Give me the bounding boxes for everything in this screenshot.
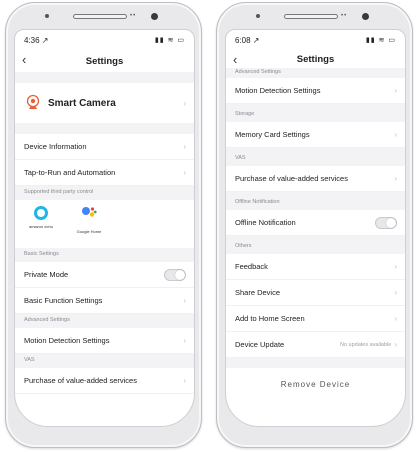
amazon-echo-caption: amazon echo	[28, 224, 53, 229]
device-name: Smart Camera	[48, 97, 116, 109]
toggle-knob	[175, 269, 185, 280]
row-label: Purchase of value-added services	[235, 174, 348, 183]
row-label: Offline Notification	[235, 218, 296, 227]
toggle-knob	[386, 217, 396, 228]
front-camera	[151, 13, 158, 20]
status-icons: ▮▮ ≋ ▭	[365, 37, 396, 44]
row-label: Motion Detection Settings	[24, 336, 110, 345]
chevron-right-icon: ›	[394, 288, 397, 297]
screen-left: 4:36 ↗ ▮▮ ≋ ▭ ‹ Settings Smart Camera ›	[14, 29, 195, 427]
screen-right: 6:08 ↗ ▮▮ ≋ ▭ ‹ Settings Advanced Settin…	[225, 29, 406, 427]
remove-device-button[interactable]: Remove Device	[226, 368, 405, 392]
add-to-home-row[interactable]: Add to Home Screen ›	[226, 306, 405, 332]
row-label: Memory Card Settings	[235, 130, 310, 139]
section-header-vas: VAS	[226, 148, 405, 166]
status-time: 4:36 ↗	[24, 35, 49, 45]
section-header-basic: Basic Settings	[15, 248, 194, 262]
section-header-third-party: Supported third party control	[15, 186, 194, 200]
row-label: Device Update	[235, 340, 285, 349]
back-chevron-icon[interactable]: ‹	[233, 53, 237, 67]
purchase-vas-row[interactable]: Purchase of value-added services ›	[226, 166, 405, 192]
row-label: Feedback	[235, 262, 268, 271]
feedback-row[interactable]: Feedback ›	[226, 254, 405, 280]
amazon-echo-item[interactable]: amazon echo	[24, 206, 58, 229]
device-row[interactable]: Smart Camera ›	[15, 83, 194, 123]
private-mode-row: Private Mode	[15, 262, 194, 288]
chevron-right-icon: ›	[394, 314, 397, 323]
update-right-group: No updates available ›	[340, 340, 397, 349]
basic-function-row[interactable]: Basic Function Settings ›	[15, 288, 194, 314]
page-title: Settings	[296, 53, 335, 65]
chevron-right-icon: ›	[394, 130, 397, 139]
row-label: Add to Home Screen	[235, 314, 305, 323]
chevron-right-icon: ›	[183, 336, 186, 345]
row-label: Motion Detection Settings	[235, 86, 321, 95]
status-time: 6:08 ↗	[235, 35, 260, 45]
chevron-right-icon: ›	[183, 98, 186, 108]
row-label: Basic Function Settings	[24, 296, 103, 305]
private-mode-toggle[interactable]	[164, 268, 186, 281]
row-label: Device Information	[24, 142, 87, 151]
page-title: Settings	[85, 55, 124, 67]
section-gap	[15, 72, 194, 83]
chevron-right-icon: ›	[394, 262, 397, 271]
phone-right: •• 6:08 ↗ ▮▮ ≋ ▭ ‹ Settings Advanced Set…	[216, 2, 413, 448]
device-information-row[interactable]: Device Information ›	[15, 134, 194, 160]
status-bar: 6:08 ↗ ▮▮ ≋ ▭	[226, 30, 405, 50]
front-camera	[362, 13, 369, 20]
offline-notification-row: Offline Notification	[226, 210, 405, 236]
chevron-right-icon: ›	[394, 86, 397, 95]
section-header-others: Others	[226, 236, 405, 254]
section-gap	[15, 123, 194, 134]
purchase-vas-row[interactable]: Purchase of value-added services ›	[15, 368, 194, 394]
section-gap	[226, 358, 405, 368]
proximity-sensor	[45, 14, 49, 18]
earpiece-speaker	[284, 14, 338, 19]
section-header-advanced: Advanced Settings	[226, 68, 405, 78]
device-update-row[interactable]: Device Update No updates available ›	[226, 332, 405, 358]
row-label: Private Mode	[24, 270, 69, 279]
section-header-offline: Offline Notification	[226, 192, 405, 210]
row-label: Share Device	[235, 288, 281, 297]
chevron-right-icon: ›	[183, 168, 186, 177]
status-icons: ▮▮ ≋ ▭	[154, 37, 185, 44]
row-label: Purchase of value-added services	[24, 376, 137, 385]
status-bar: 4:36 ↗ ▮▮ ≋ ▭	[15, 30, 194, 50]
speaker-dots: ••	[341, 13, 348, 19]
tap-to-run-row[interactable]: Tap-to-Run and Automation ›	[15, 160, 194, 186]
share-device-row[interactable]: Share Device ›	[226, 280, 405, 306]
chevron-right-icon: ›	[394, 340, 397, 349]
earpiece-speaker	[73, 14, 127, 19]
nav-bar: ‹ Settings	[15, 50, 194, 72]
row-label: Tap-to-Run and Automation	[24, 168, 116, 177]
chevron-right-icon: ›	[183, 296, 186, 305]
motion-detection-row[interactable]: Motion Detection Settings ›	[15, 328, 194, 354]
google-home-item[interactable]: Google Home	[72, 206, 106, 234]
chevron-right-icon: ›	[394, 174, 397, 183]
alexa-icon	[34, 206, 48, 220]
remove-device-label: Remove Device	[280, 380, 351, 389]
speaker-dots: ••	[130, 13, 137, 19]
motion-detection-row[interactable]: Motion Detection Settings ›	[226, 78, 405, 104]
section-header-advanced: Advanced Settings	[15, 314, 194, 328]
smart-camera-icon	[26, 94, 40, 112]
back-chevron-icon[interactable]: ‹	[22, 53, 26, 67]
phone-left: •• 4:36 ↗ ▮▮ ≋ ▭ ‹ Settings Smart Camera	[5, 2, 202, 448]
chevron-right-icon: ›	[183, 142, 186, 151]
nav-bar: ‹ Settings	[226, 50, 405, 68]
section-header-storage: Storage	[226, 104, 405, 122]
memory-card-row[interactable]: Memory Card Settings ›	[226, 122, 405, 148]
proximity-sensor	[256, 14, 260, 18]
chevron-right-icon: ›	[183, 376, 186, 385]
google-home-caption: Google Home	[76, 229, 102, 234]
offline-notification-toggle[interactable]	[375, 216, 397, 229]
update-status: No updates available	[339, 341, 392, 348]
section-header-vas: VAS	[15, 354, 194, 368]
google-assistant-icon	[81, 206, 97, 225]
third-party-list: amazon echo Google Home	[15, 200, 194, 248]
